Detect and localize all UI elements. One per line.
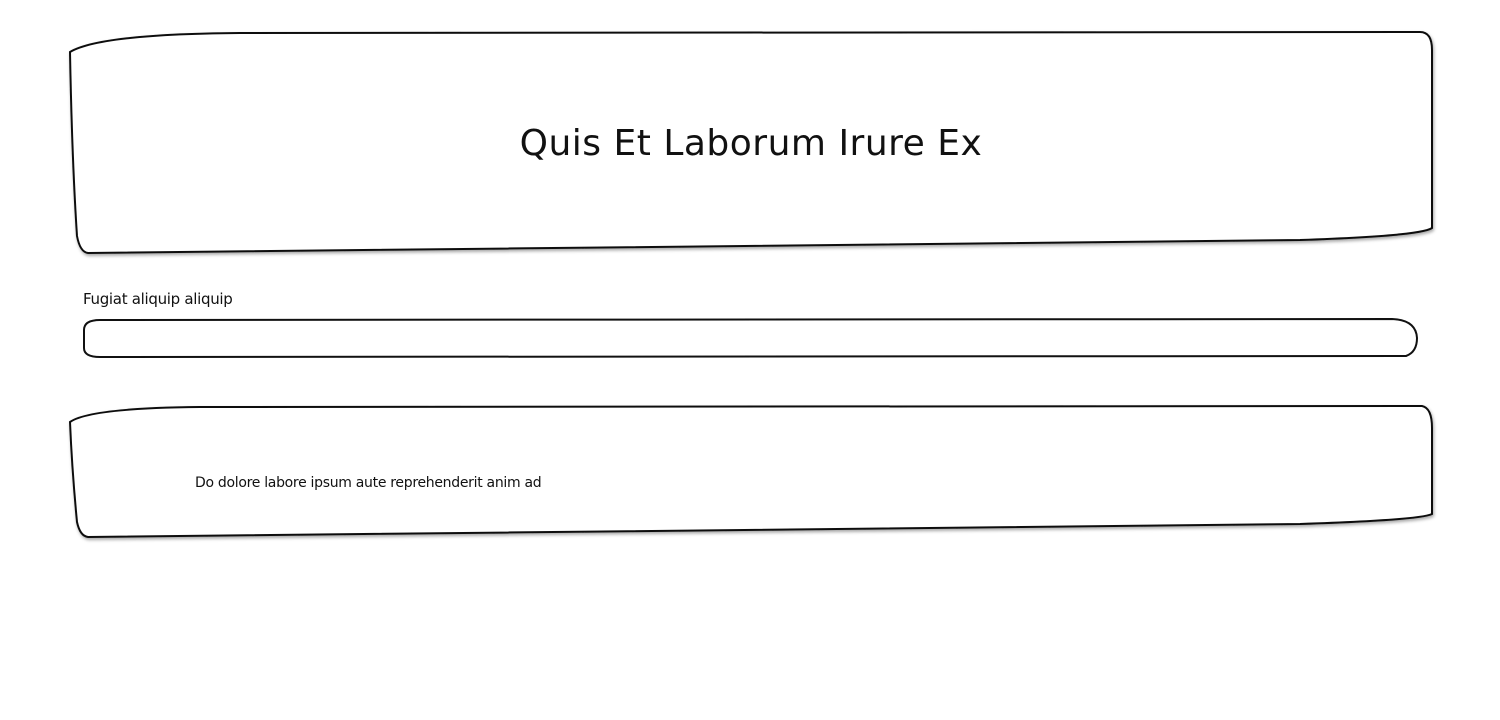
card-text: Do dolore labore ipsum aute reprehenderi… [195, 475, 542, 491]
text-input[interactable] [90, 324, 1406, 352]
page-title: Quis Et Laborum Irure Ex [519, 122, 983, 164]
